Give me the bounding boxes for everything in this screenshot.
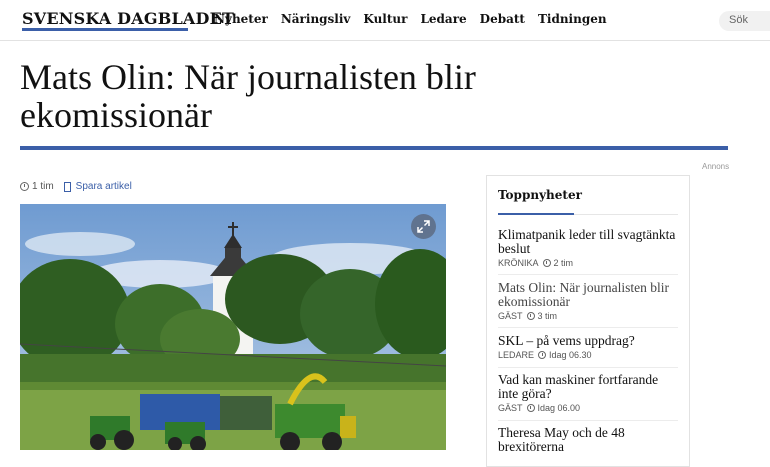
top-news-panel: Toppnyheter Klimatpanik leder till svagt… [486, 175, 690, 467]
top-news-item[interactable]: Mats Olin: När journalisten blir ekomiss… [498, 280, 680, 322]
article-headline: Mats Olin: När journalisten blir ekomiss… [20, 57, 476, 135]
save-article-button[interactable]: Spara artikel [63, 181, 132, 192]
top-news-item-category: LEDARE [498, 350, 535, 360]
top-news-item-time: 2 tim [553, 258, 574, 268]
top-news-item[interactable]: Klimatpanik leder till svagtänkta beslut… [498, 227, 680, 269]
top-navigation-bar: SVENSKA DAGBLADET Nyheter Näringsliv Kul… [0, 0, 770, 41]
top-news-item-title: Mats Olin: När journalisten blir ekomiss… [498, 280, 669, 309]
clock-icon [526, 312, 535, 320]
top-news-item[interactable]: Vad kan maskiner fortfarande inte göra? … [498, 372, 680, 414]
clock-icon [526, 404, 535, 412]
save-article-label: Spara artikel [75, 181, 132, 192]
top-news-separator [498, 274, 678, 275]
search-button[interactable]: Sök [719, 11, 770, 31]
photo-farm-scene [20, 204, 446, 450]
nav-item-tidningen[interactable]: Tidningen [538, 12, 607, 26]
expand-icon [417, 220, 430, 233]
top-news-item-meta: LEDARE Idag 06.30 [498, 350, 680, 360]
top-news-separator [498, 367, 678, 368]
top-news-item[interactable]: SKL – på vems uppdrag? LEDARE Idag 06.30 [498, 333, 680, 361]
top-news-title-underline [498, 213, 574, 215]
clock-icon [20, 182, 29, 191]
top-news-item-meta: KRÖNIKA 2 tim [498, 258, 680, 268]
top-news-separator [498, 420, 678, 421]
top-news-item-time: Idag 06.30 [549, 350, 592, 360]
main-nav: Nyheter Näringsliv Kultur Ledare Debatt … [214, 12, 620, 26]
nav-item-nyheter[interactable]: Nyheter [214, 12, 268, 26]
top-news-item-title: SKL – på vems uppdrag? [498, 333, 635, 348]
top-news-item-category: KRÖNIKA [498, 258, 539, 268]
top-news-item-title: Vad kan maskiner fortfarande inte göra? [498, 372, 659, 401]
ad-label: Annons [702, 162, 730, 171]
article-time: 1 tim [32, 181, 54, 192]
top-news-item-time: Idag 06.00 [537, 403, 581, 413]
nav-item-naringsliv[interactable]: Näringsliv [281, 12, 351, 26]
top-news-separator [498, 327, 678, 328]
top-news-item-category: GÄST [498, 311, 523, 321]
headline-rule [20, 146, 728, 150]
top-news-item-meta: GÄST Idag 06.00 [498, 403, 680, 413]
nav-item-ledare[interactable]: Ledare [420, 12, 466, 26]
logo-underline [22, 28, 188, 31]
top-news-title: Toppnyheter [498, 188, 582, 202]
top-news-item-meta: GÄST 3 tim [498, 311, 680, 321]
top-news-item-title: Klimatpanik leder till svagtänkta beslut [498, 227, 676, 256]
nav-item-kultur[interactable]: Kultur [363, 12, 407, 26]
site-logo[interactable]: SVENSKA DAGBLADET [22, 9, 234, 28]
article-meta: 1 tim Spara artikel [20, 181, 132, 192]
expand-image-button[interactable] [411, 214, 436, 239]
top-news-item-category: GÄST [498, 403, 523, 413]
top-news-item-time: 3 tim [537, 311, 558, 321]
article-photo [20, 204, 446, 450]
search-label: Sök [729, 14, 748, 26]
clock-icon [538, 351, 547, 359]
nav-item-debatt[interactable]: Debatt [480, 12, 525, 26]
bookmark-icon [63, 181, 71, 192]
clock-icon [542, 259, 551, 267]
